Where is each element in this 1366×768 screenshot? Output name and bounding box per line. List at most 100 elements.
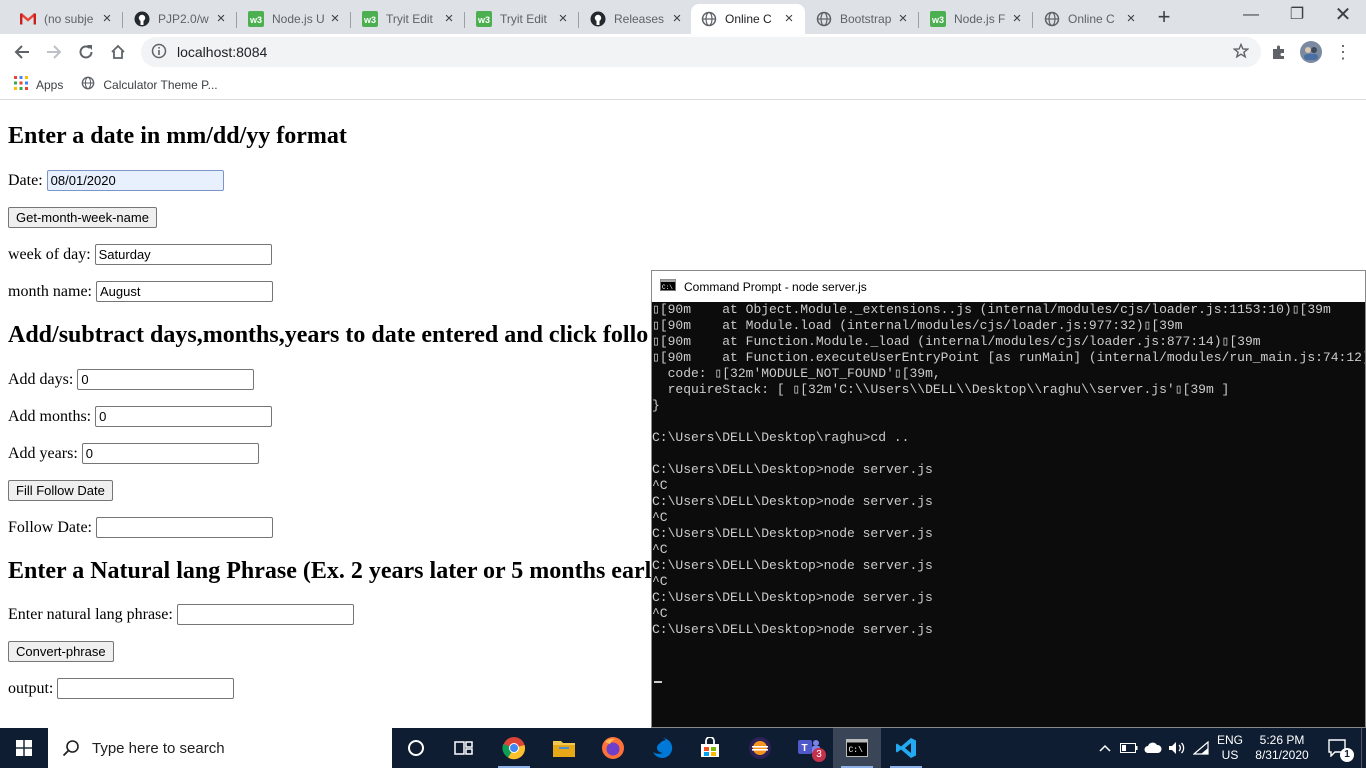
tab-github-pjp[interactable]: PJP2.0/w × bbox=[124, 4, 237, 34]
month-name-input[interactable]: August bbox=[95, 281, 273, 302]
language-indicator[interactable]: ENG US bbox=[1214, 728, 1246, 768]
bookmark-star-icon[interactable] bbox=[1232, 42, 1250, 62]
cmd-cursor bbox=[654, 681, 662, 683]
globe-icon bbox=[816, 11, 832, 27]
minimize-icon[interactable]: — bbox=[1228, 0, 1274, 32]
clock[interactable]: 5:26 PM 8/31/2020 bbox=[1250, 728, 1314, 768]
action-center-icon[interactable]: 1 bbox=[1318, 728, 1358, 768]
task-view-icon[interactable] bbox=[440, 728, 488, 768]
bookmark-calculator-theme[interactable]: Calculator Theme P... bbox=[81, 76, 218, 93]
close-icon[interactable]: × bbox=[1009, 11, 1025, 27]
tab-tryit-1[interactable]: w3 Tryit Edit × bbox=[352, 4, 465, 34]
address-bar[interactable]: localhost:8084 bbox=[141, 37, 1261, 67]
search-placeholder: Type here to search bbox=[92, 739, 225, 757]
add-days-input[interactable]: 0 bbox=[77, 369, 255, 390]
close-window-icon[interactable]: ✕ bbox=[1320, 0, 1366, 32]
tab-nodejs-2[interactable]: w3 Node.js F × bbox=[920, 4, 1033, 34]
file-explorer-icon[interactable] bbox=[540, 728, 588, 768]
cmd-line: code: ▯[32m'MODULE_NOT_FOUND'▯[39m, bbox=[652, 366, 941, 381]
tab-online-active[interactable]: Online C × bbox=[691, 4, 805, 34]
add-years-input[interactable]: 0 bbox=[81, 443, 259, 464]
close-icon[interactable]: × bbox=[1123, 11, 1139, 27]
browser-tab-strip: (no subje × PJP2.0/w × w3 Node.js U × w3… bbox=[0, 0, 1366, 34]
onedrive-cloud-icon[interactable] bbox=[1142, 728, 1164, 768]
week-of-day-input[interactable]: Saturday bbox=[94, 244, 272, 265]
natural-phrase-input[interactable] bbox=[176, 604, 354, 625]
volume-icon[interactable] bbox=[1166, 728, 1188, 768]
cmd-line: ^C bbox=[652, 574, 668, 589]
firefox-icon[interactable] bbox=[589, 728, 637, 768]
chrome-taskbar-icon[interactable] bbox=[490, 728, 538, 768]
cmd-line: C:\Users\DELL\Desktop\raghu>cd .. bbox=[652, 430, 910, 445]
command-prompt-window[interactable]: C:\ Command Prompt - node server.js ▯[90… bbox=[651, 270, 1366, 728]
start-button[interactable] bbox=[0, 728, 48, 768]
tab-label: (no subje bbox=[44, 12, 94, 26]
add-years-row: Add years: 0 bbox=[8, 443, 259, 464]
close-icon[interactable]: × bbox=[555, 11, 571, 27]
close-icon[interactable]: × bbox=[441, 11, 457, 27]
windows-logo-icon bbox=[16, 740, 32, 756]
bookmark-apps[interactable]: Apps bbox=[14, 76, 63, 93]
tab-releases[interactable]: Releases × bbox=[580, 4, 693, 34]
add-months-input[interactable]: 0 bbox=[95, 406, 273, 427]
tab-tryit-2[interactable]: w3 Tryit Edit × bbox=[466, 4, 579, 34]
home-icon bbox=[111, 44, 125, 59]
windows-taskbar: Type here to search T 3 C:\ ENG US 5:26 … bbox=[0, 728, 1366, 768]
fill-follow-date-button[interactable]: Fill Follow Date bbox=[8, 480, 113, 501]
store-icon[interactable] bbox=[686, 728, 734, 768]
cmd-taskbar-icon[interactable]: C:\ bbox=[833, 728, 881, 768]
teams-icon[interactable]: T 3 bbox=[785, 728, 833, 768]
close-icon[interactable]: × bbox=[213, 11, 229, 27]
month-row: month name: August bbox=[8, 281, 273, 302]
profile-avatar[interactable] bbox=[1298, 39, 1324, 65]
new-tab-button[interactable]: + bbox=[1152, 6, 1176, 30]
tab-bootstrap[interactable]: Bootstrap × bbox=[806, 4, 919, 34]
show-desktop-button[interactable] bbox=[1361, 728, 1366, 768]
back-button[interactable] bbox=[9, 39, 35, 65]
restore-icon[interactable]: ❐ bbox=[1274, 0, 1320, 32]
menu-kebab-icon[interactable]: ⋮ bbox=[1330, 39, 1356, 65]
cmd-line: C:\Users\DELL\Desktop>node server.js bbox=[652, 622, 933, 637]
eclipse-icon[interactable] bbox=[736, 728, 784, 768]
convert-phrase-button[interactable]: Convert-phrase bbox=[8, 641, 114, 662]
add-days-row: Add days: 0 bbox=[8, 369, 255, 390]
close-icon[interactable]: × bbox=[327, 11, 343, 27]
w3schools-icon: w3 bbox=[248, 11, 264, 27]
close-icon[interactable]: × bbox=[781, 11, 797, 27]
tab-online-2[interactable]: Online C × bbox=[1034, 4, 1147, 34]
w3schools-icon: w3 bbox=[930, 11, 946, 27]
cmd-title-bar[interactable]: C:\ Command Prompt - node server.js bbox=[652, 271, 1365, 302]
tab-gmail[interactable]: (no subje × bbox=[10, 4, 123, 34]
svg-text:w3: w3 bbox=[249, 15, 262, 25]
taskbar-search-box[interactable]: Type here to search bbox=[48, 728, 392, 768]
tab-nodejs[interactable]: w3 Node.js U × bbox=[238, 4, 351, 34]
cmd-line bbox=[652, 446, 1365, 462]
edge-icon[interactable] bbox=[638, 728, 686, 768]
github-icon bbox=[134, 11, 150, 27]
close-icon[interactable]: × bbox=[99, 11, 115, 27]
output-input[interactable] bbox=[57, 678, 235, 699]
close-icon[interactable]: × bbox=[895, 11, 911, 27]
globe-icon bbox=[81, 76, 95, 93]
add-days-label: Add days: bbox=[8, 370, 74, 388]
cmd-line: ▯[90m at Function.Module._load (internal… bbox=[652, 334, 1261, 349]
cortana-icon[interactable] bbox=[392, 728, 440, 768]
get-month-week-name-button[interactable]: Get-month-week-name bbox=[8, 207, 157, 228]
vscode-icon[interactable] bbox=[882, 728, 930, 768]
info-icon[interactable] bbox=[151, 43, 167, 62]
globe-icon bbox=[1044, 11, 1060, 27]
add-months-label: Add months: bbox=[8, 407, 92, 425]
battery-icon[interactable] bbox=[1118, 728, 1140, 768]
home-button[interactable] bbox=[105, 39, 131, 65]
wifi-icon[interactable] bbox=[1190, 728, 1212, 768]
follow-date-input[interactable] bbox=[96, 517, 273, 538]
w3schools-icon: w3 bbox=[476, 11, 492, 27]
date-input[interactable]: 08/01/2020 bbox=[46, 170, 224, 191]
section1-heading: Enter a date in mm/dd/yy format bbox=[8, 123, 347, 149]
show-hidden-icons-chevron-icon[interactable] bbox=[1096, 728, 1114, 768]
forward-button[interactable] bbox=[41, 39, 67, 65]
reload-button[interactable] bbox=[73, 39, 99, 65]
extensions-button[interactable] bbox=[1266, 39, 1292, 65]
svg-text:C:\: C:\ bbox=[662, 284, 673, 291]
close-icon[interactable]: × bbox=[669, 11, 685, 27]
